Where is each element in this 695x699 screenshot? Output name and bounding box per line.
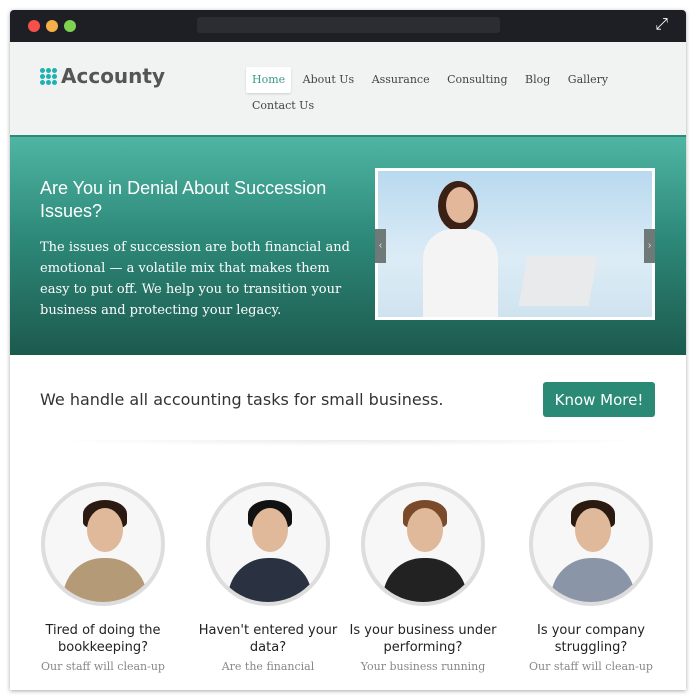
hero-title: Are You in Denial About Succession Issue…: [40, 178, 327, 221]
card-title: Is your business under performing?: [349, 623, 497, 655]
expand-icon[interactable]: ⤢: [655, 16, 668, 34]
logo-text: Accounty: [61, 64, 166, 88]
logo-icon: [40, 67, 57, 85]
site-header: Accounty Home About Us Assurance Consult…: [10, 42, 686, 137]
slider-next-button[interactable]: ›: [644, 229, 655, 263]
card-photo: [206, 482, 330, 606]
card-text: Our staff will clean-up: [529, 660, 653, 673]
card-photo: [361, 482, 485, 606]
address-bar[interactable]: [197, 17, 500, 33]
nav-contact-us[interactable]: Contact Us: [246, 93, 320, 119]
hero-slider-image: [375, 168, 655, 320]
slider-prev-button[interactable]: ‹: [375, 229, 386, 263]
know-more-button[interactable]: Know More!: [543, 382, 655, 417]
cta-tagline: We handle all accounting tasks for small…: [40, 390, 444, 409]
feature-card[interactable]: Is your business under performing? Your …: [348, 482, 498, 673]
title-bar: ⤢: [10, 10, 686, 42]
browser-window: ⤢ Accounty Home About Us Assurance Consu…: [10, 10, 686, 690]
divider: [50, 440, 650, 446]
nav-about-us[interactable]: About Us: [297, 67, 361, 93]
card-title: Is your company struggling?: [536, 623, 646, 655]
nav-assurance[interactable]: Assurance: [366, 67, 436, 93]
feature-card[interactable]: Tired of doing the bookkeeping? Our staf…: [28, 482, 178, 673]
card-title: Tired of doing the bookkeeping?: [45, 623, 161, 655]
card-text: Our staff will clean-up: [41, 660, 165, 673]
nav-blog[interactable]: Blog: [519, 67, 556, 93]
logo[interactable]: Accounty: [40, 64, 165, 88]
minimize-dot[interactable]: [46, 20, 58, 32]
card-text: Your business running: [360, 660, 486, 673]
card-photo: [41, 482, 165, 606]
close-dot[interactable]: [28, 20, 40, 32]
feature-card[interactable]: Is your company struggling? Our staff wi…: [516, 482, 666, 673]
feature-card[interactable]: Haven't entered your data? Are the finan…: [193, 482, 343, 673]
hero-section: Are You in Denial About Succession Issue…: [10, 137, 686, 355]
nav-home[interactable]: Home: [246, 67, 292, 93]
nav-consulting[interactable]: Consulting: [441, 67, 513, 93]
card-title: Haven't entered your data?: [198, 623, 338, 655]
main-nav: Home About Us Assurance Consulting Blog …: [246, 67, 666, 119]
card-text: Are the financial: [221, 660, 315, 673]
nav-gallery[interactable]: Gallery: [562, 67, 614, 93]
card-photo: [529, 482, 653, 606]
maximize-dot[interactable]: [64, 20, 76, 32]
hero-text: The issues of succession are both financ…: [40, 240, 350, 318]
